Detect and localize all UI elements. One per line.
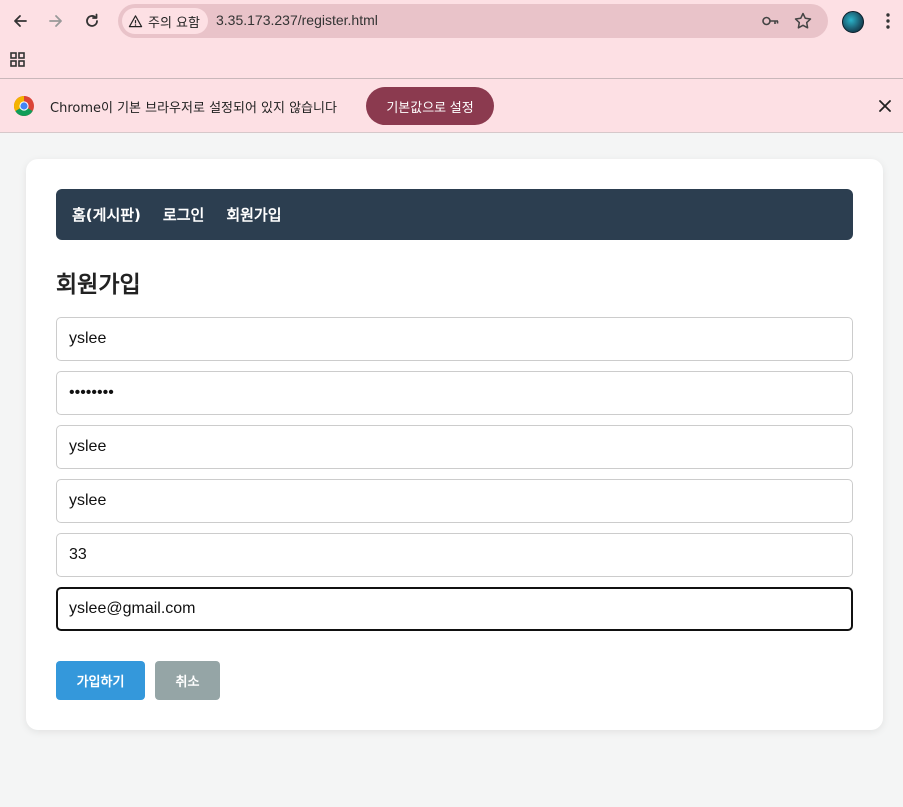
reload-icon[interactable]	[79, 8, 105, 34]
nickname-field[interactable]	[56, 479, 853, 523]
default-browser-infobar: Chrome이 기본 브라우저로 설정되어 있지 않습니다 기본값으로 설정	[0, 78, 903, 133]
forward-arrow-icon[interactable]	[43, 8, 69, 34]
infobar-message: Chrome이 기본 브라우저로 설정되어 있지 않습니다	[50, 101, 337, 116]
url-text: 3.35.173.237/register.html	[216, 12, 378, 28]
security-chip[interactable]: 주의 요함	[122, 8, 208, 34]
kebab-menu-icon[interactable]	[878, 10, 898, 32]
profile-avatar[interactable]	[842, 11, 864, 33]
name-field[interactable]	[56, 425, 853, 469]
password-field[interactable]	[56, 371, 853, 415]
browser-chrome: 주의 요함 3.35.173.237/register.html Chrome이…	[0, 0, 903, 133]
register-card: 홈(게시판) 로그인 회원가입 회원가입 가입하기 취소	[26, 159, 883, 730]
chrome-logo-icon	[14, 96, 34, 116]
nav-link-login[interactable]: 로그인	[163, 204, 204, 225]
apps-grid-icon[interactable]	[9, 51, 27, 69]
close-icon[interactable]	[876, 97, 894, 115]
set-default-button[interactable]: 기본값으로 설정	[366, 87, 494, 125]
nav-link-register[interactable]: 회원가입	[226, 204, 281, 225]
username-field[interactable]	[56, 317, 853, 361]
cancel-button[interactable]: 취소	[155, 661, 220, 700]
email-field[interactable]	[56, 587, 853, 631]
warning-icon	[128, 14, 143, 27]
age-field[interactable]	[56, 533, 853, 577]
address-bar[interactable]: 주의 요함 3.35.173.237/register.html	[118, 4, 828, 38]
back-arrow-icon[interactable]	[7, 8, 33, 34]
nav-link-home[interactable]: 홈(게시판)	[72, 204, 141, 225]
browser-toolbar: 주의 요함 3.35.173.237/register.html	[0, 0, 903, 42]
site-nav: 홈(게시판) 로그인 회원가입	[56, 189, 853, 240]
register-submit-button[interactable]: 가입하기	[56, 661, 145, 700]
star-icon[interactable]	[793, 11, 813, 31]
key-icon[interactable]	[760, 11, 780, 31]
security-label: 주의 요함	[148, 15, 200, 31]
bookmarks-bar	[0, 42, 903, 78]
page-title: 회원가입	[56, 272, 141, 298]
